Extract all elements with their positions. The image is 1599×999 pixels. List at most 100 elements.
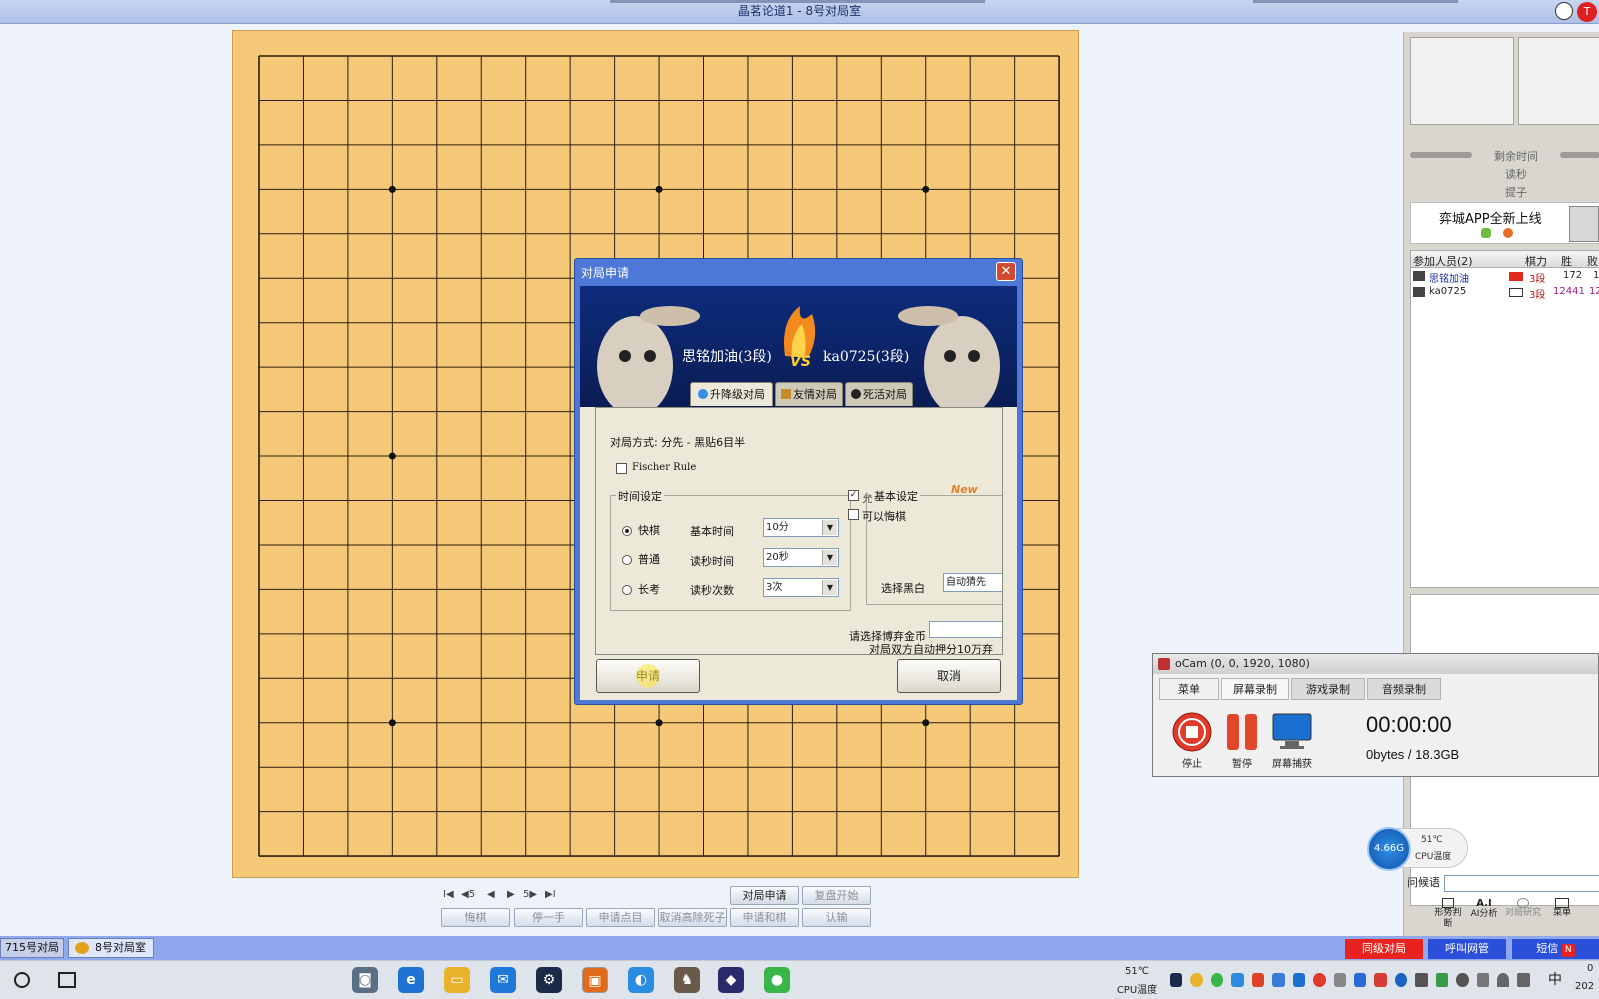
chat-input[interactable] <box>1444 875 1599 892</box>
review-start-button[interactable]: 复盘开始 <box>802 886 871 905</box>
col-losses[interactable]: 败 <box>1587 253 1598 269</box>
fast-radio[interactable] <box>622 526 632 536</box>
tray-icon[interactable] <box>1292 973 1306 987</box>
clock-date[interactable]: 202 <box>1575 981 1594 992</box>
ime-indicator[interactable]: 中 <box>1548 969 1562 989</box>
col-wins[interactable]: 胜 <box>1561 253 1572 269</box>
fischer-checkbox[interactable] <box>616 463 627 474</box>
go-app-icon[interactable]: ▣ <box>582 967 608 993</box>
tray-icon[interactable] <box>1313 973 1326 987</box>
camera-app-icon[interactable]: ◙ <box>352 967 378 993</box>
back-5-button[interactable]: ◀5 <box>461 889 475 900</box>
bluetooth-icon[interactable] <box>1394 973 1408 987</box>
book-icon <box>1555 898 1569 908</box>
long-radio[interactable] <box>622 585 632 595</box>
user-tray-icon[interactable] <box>1456 973 1469 987</box>
tray-icon[interactable] <box>1374 973 1387 987</box>
tab-menu[interactable]: 菜单 <box>1159 678 1219 700</box>
grid-icon <box>1442 898 1454 908</box>
tray-icon[interactable] <box>1190 973 1203 987</box>
player-rank: 3段 <box>1529 290 1546 301</box>
monitor-icon[interactable] <box>1271 711 1313 753</box>
tab-screen-record[interactable]: 屏幕录制 <box>1221 678 1289 700</box>
stop-icon[interactable] <box>1171 711 1213 753</box>
steam-icon[interactable]: ⚙ <box>536 967 562 993</box>
undo-button[interactable]: 悔棋 <box>441 908 510 927</box>
ai-analysis-button[interactable]: A.I AI分析 <box>1468 898 1500 920</box>
ocam-title: oCam (0, 0, 1920, 1080) <box>1153 654 1598 674</box>
same-level-game-button[interactable]: 同级对局 <box>1345 939 1423 959</box>
ad-banner[interactable]: 弈城APP全新上线 <box>1410 202 1599 244</box>
tab-game-record[interactable]: 游戏录制 <box>1291 678 1365 700</box>
ad-text: 弈城APP全新上线 <box>1439 212 1542 227</box>
menu-button[interactable]: 菜单 <box>1546 898 1578 919</box>
tray-icon[interactable] <box>1231 973 1244 987</box>
room-tab-715[interactable]: 715号对局室 <box>0 938 64 972</box>
allow-checkbox[interactable]: ✓ <box>848 490 859 501</box>
tab-audio-record[interactable]: 音频录制 <box>1367 678 1441 700</box>
cancel-dead-stones-button[interactable]: 取消高除死子 <box>658 908 727 927</box>
penguin-icon[interactable] <box>1555 2 1573 20</box>
chat-app-icon[interactable]: ◐ <box>628 967 654 993</box>
player-losses: 121 <box>1589 286 1599 297</box>
volume-icon[interactable] <box>1517 973 1530 987</box>
task-view-icon[interactable] <box>58 972 76 988</box>
dialog-title: 对局申请 <box>581 266 630 280</box>
edge-icon[interactable]: e <box>398 967 424 993</box>
table-row[interactable]: ka0725 3段 12441 121 <box>1411 285 1599 301</box>
ai-icon: A.I <box>1476 898 1492 909</box>
game-request-button[interactable]: 对局申请 <box>730 886 799 905</box>
mail-icon[interactable]: ✉ <box>490 967 516 993</box>
situation-button[interactable]: 形势判断 <box>1432 898 1464 930</box>
tray-icon[interactable] <box>1272 973 1285 987</box>
tray-icon[interactable] <box>1435 973 1449 987</box>
room-tab-8[interactable]: 8号对局室 <box>68 938 154 958</box>
first-move-button[interactable]: I◀ <box>443 889 454 900</box>
printer-icon[interactable] <box>1476 973 1489 987</box>
ocam-app-icon[interactable]: ◆ <box>718 967 744 993</box>
user-badge-icon[interactable]: T <box>1577 2 1597 22</box>
game-app-icon[interactable]: ♞ <box>674 967 700 993</box>
pass-button[interactable]: 停一手 <box>514 908 583 927</box>
undo-checkbox[interactable] <box>848 509 859 520</box>
fwd-5-button[interactable]: 5▶ <box>523 889 537 900</box>
file-explorer-icon[interactable]: ▭ <box>444 967 470 993</box>
wifi-icon[interactable] <box>1497 973 1510 987</box>
tray-icon[interactable] <box>1251 973 1265 987</box>
star-point <box>388 452 396 460</box>
sms-button[interactable]: 短信 N <box>1512 939 1599 959</box>
steam-tray-icon[interactable] <box>1170 973 1183 987</box>
cpu-widget[interactable]: 4.66G 51℃ CPU温度 <box>1367 827 1468 871</box>
coin-input[interactable] <box>929 621 1002 638</box>
battery-icon[interactable] <box>1415 973 1428 987</box>
wechat-tray-icon[interactable] <box>1210 973 1224 987</box>
request-count-button[interactable]: 申请点目 <box>586 908 655 927</box>
tray-icon[interactable] <box>1333 973 1346 987</box>
table-row[interactable]: 思铭加油 3段 172 13 <box>1411 269 1599 285</box>
pause-icon[interactable] <box>1221 711 1263 753</box>
wechat-icon[interactable]: ● <box>764 967 790 993</box>
resign-button[interactable]: 认输 <box>802 908 871 927</box>
tray-icon[interactable] <box>1353 973 1367 987</box>
close-button[interactable]: ✕ <box>996 262 1016 281</box>
normal-radio[interactable] <box>622 555 632 565</box>
byoyomi-time-select[interactable]: 20秒 ▼ <box>763 548 839 567</box>
col-players[interactable]: 参加人员(2) <box>1413 253 1473 269</box>
prev-move-button[interactable]: ◀ <box>487 889 495 900</box>
color-select[interactable]: 自动猜先 <box>943 573 1002 592</box>
tab-friendly[interactable]: 友情对局 <box>775 382 843 406</box>
base-time-select[interactable]: 10分 ▼ <box>763 518 839 537</box>
request-draw-button[interactable]: 申请和棋 <box>730 908 799 927</box>
col-rank[interactable]: 棋力 <box>1525 253 1547 269</box>
next-move-button[interactable]: ▶ <box>507 889 515 900</box>
game-study-button[interactable]: 对局研究 <box>1504 898 1542 919</box>
clock-time[interactable]: 0 <box>1587 963 1593 974</box>
record-size: 0bytes / 18.3GB <box>1366 747 1460 762</box>
tab-life-death[interactable]: 死活对局 <box>845 382 913 406</box>
search-icon[interactable] <box>14 972 30 988</box>
byoyomi-count-select[interactable]: 3次 ▼ <box>763 578 839 597</box>
last-move-button[interactable]: ▶I <box>545 889 556 900</box>
tab-ranked[interactable]: 升降级对局 <box>690 382 773 406</box>
cancel-button[interactable]: 取消 <box>897 659 1001 693</box>
call-admin-button[interactable]: 呼叫网管 <box>1428 939 1506 959</box>
